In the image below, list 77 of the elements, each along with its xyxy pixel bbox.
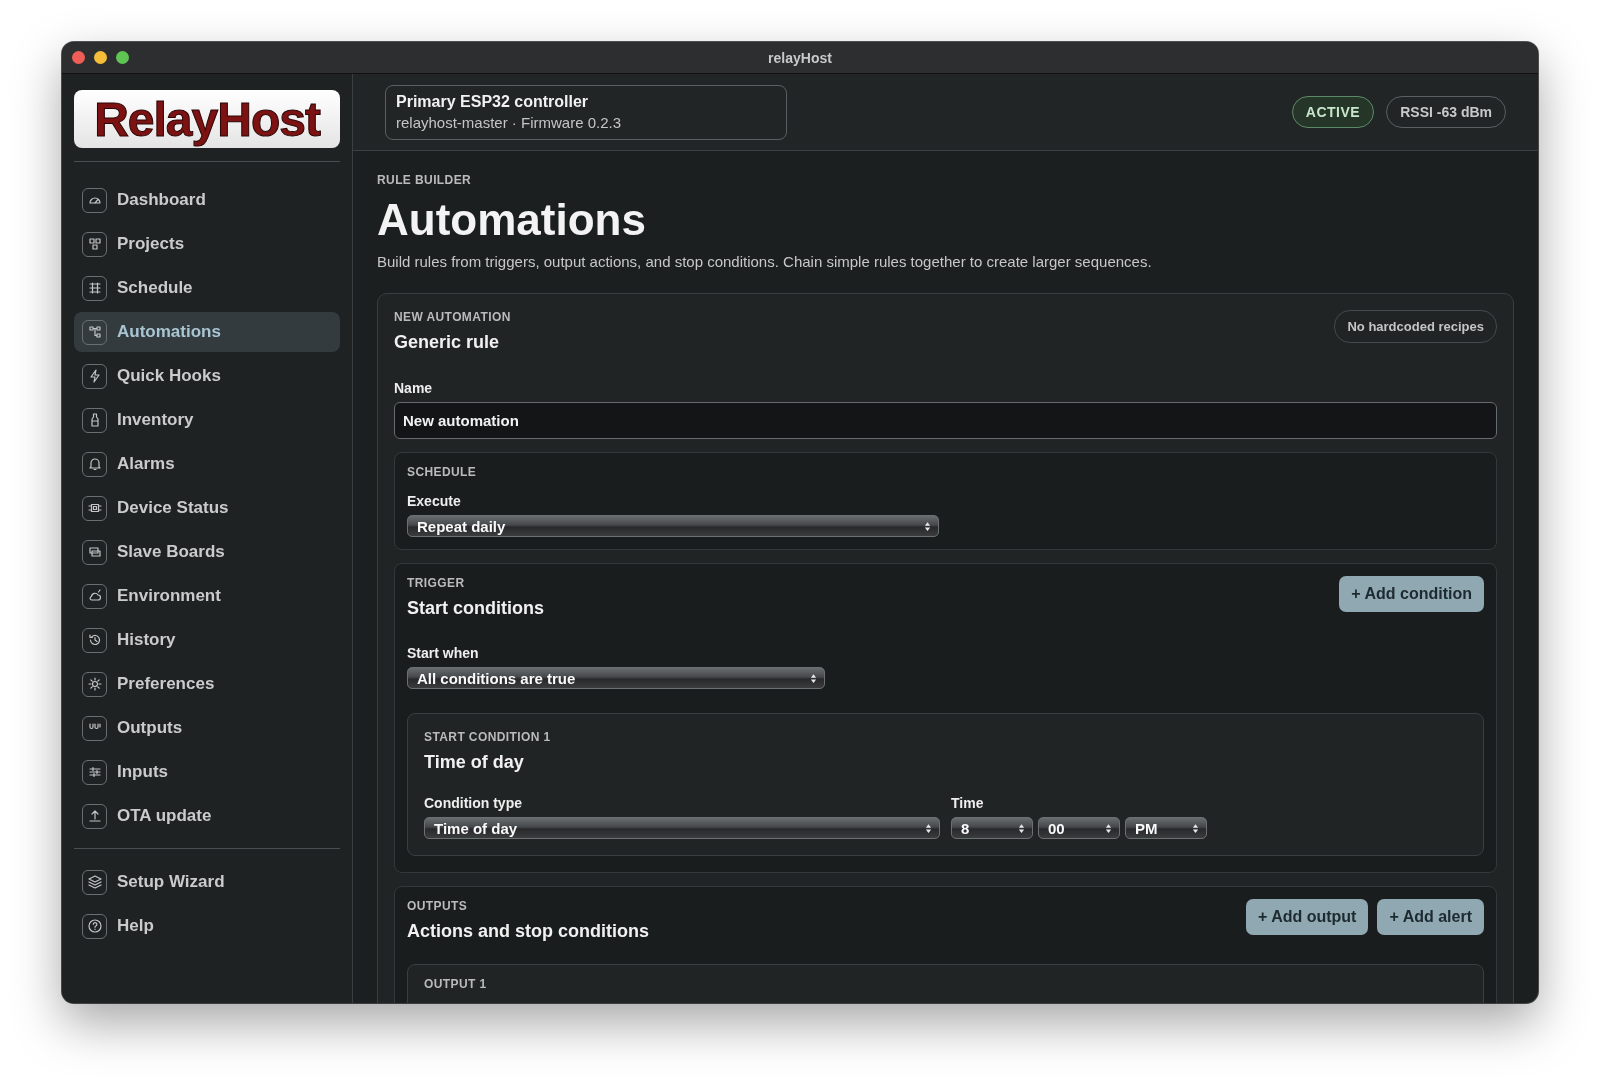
field-label: Time	[951, 795, 985, 811]
field-label: Name	[394, 380, 434, 396]
sliders-icon	[82, 759, 107, 785]
section-eyebrow: SCHEDULE	[407, 465, 478, 479]
updown-arrows-icon	[810, 672, 817, 684]
bolt-icon	[82, 363, 107, 389]
connector-icon	[82, 715, 107, 741]
layers-icon	[82, 869, 107, 895]
device-name: Primary ESP32 controller	[396, 92, 590, 111]
add-button[interactable]: + Add alert	[1377, 899, 1484, 935]
squares-icon	[82, 231, 107, 257]
help-icon	[82, 913, 107, 939]
minimize-button[interactable]	[94, 51, 107, 64]
field-label: Execute	[407, 493, 462, 509]
updown-arrows-icon	[1018, 822, 1025, 834]
grid-icon	[82, 275, 107, 301]
page-eyebrow: RULE BUILDER	[377, 173, 473, 187]
bottle-icon	[82, 407, 107, 433]
dropdown[interactable]: PM	[1125, 817, 1207, 839]
device-meta: relayhost-master · Firmware 0.2.3	[396, 113, 623, 131]
cloud-icon	[82, 583, 107, 609]
sidebar-item[interactable]: Outputs	[74, 708, 340, 748]
updown-arrows-icon	[924, 520, 931, 532]
settings-icon	[82, 671, 107, 697]
sidebar-item[interactable]: Dashboard	[74, 180, 340, 220]
condition-title: Time of day	[424, 752, 525, 773]
boards-icon	[82, 539, 107, 565]
card-title: Generic rule	[394, 332, 501, 353]
sidebar-item[interactable]: Preferences	[74, 664, 340, 704]
chip-icon	[82, 495, 107, 521]
dropdown[interactable]: Time of day	[424, 817, 940, 839]
sidebar-item[interactable]: Slave Boards	[74, 532, 340, 572]
logo: RelayHost	[74, 90, 340, 148]
dropdown[interactable]: 00	[1038, 817, 1120, 839]
updown-arrows-icon	[925, 822, 932, 834]
window-title: relayHost	[768, 49, 832, 66]
dropdown[interactable]: Repeat daily	[407, 515, 939, 537]
history-icon	[82, 627, 107, 653]
sidebar-item[interactable]: Setup Wizard	[74, 862, 340, 902]
updown-arrows-icon	[1105, 822, 1112, 834]
sidebar-item[interactable]: Quick Hooks	[74, 356, 340, 396]
sidebar-item[interactable]: History	[74, 620, 340, 660]
flow-icon	[82, 319, 107, 345]
name-input[interactable]: New automation	[394, 402, 1497, 439]
field-label: Start when	[407, 645, 480, 661]
dropdown[interactable]: 8	[951, 817, 1033, 839]
sidebar-item[interactable]: Projects	[74, 224, 340, 264]
page-description: Build rules from triggers, output actions, and stop conditions. Chain simple rules together to create larger sequences.	[377, 253, 1153, 270]
section-eyebrow: OUTPUTS	[407, 899, 469, 913]
add-condition-button[interactable]: + Add condition	[1339, 576, 1484, 612]
sidebar-item[interactable]: Inventory	[74, 400, 340, 440]
gauge-icon	[82, 187, 107, 213]
updown-arrows-icon	[1192, 822, 1199, 834]
sidebar-item[interactable]: Inputs	[74, 752, 340, 792]
condition-eyebrow: START CONDITION 1	[424, 730, 552, 744]
card-eyebrow: NEW AUTOMATION	[394, 310, 511, 324]
sidebar-item[interactable]: Environment	[74, 576, 340, 616]
sidebar-item[interactable]: Automations	[74, 312, 340, 352]
section-title: Actions and stop conditions	[407, 921, 649, 942]
section-title: Start conditions	[407, 598, 544, 619]
zoom-button[interactable]	[116, 51, 129, 64]
bell-icon	[82, 451, 107, 477]
sidebar-item[interactable]: Schedule	[74, 268, 340, 308]
dropdown[interactable]: All conditions are true	[407, 667, 825, 689]
sidebar-item[interactable]: OTA update	[74, 796, 340, 836]
add-button[interactable]: + Add output	[1245, 899, 1369, 935]
page-title: Automations	[377, 194, 647, 246]
section-eyebrow: TRIGGER	[407, 576, 466, 590]
status-badge: ACTIVE	[1291, 96, 1375, 128]
sidebar-item[interactable]: Device Status	[74, 488, 340, 528]
upload-icon	[82, 803, 107, 829]
field-label: Condition type	[424, 795, 523, 811]
output-eyebrow: OUTPUT 1	[424, 977, 488, 991]
tag-pill: No hardcoded recipes	[1334, 310, 1497, 343]
close-button[interactable]	[72, 51, 85, 64]
sidebar-item[interactable]: Help	[74, 906, 340, 946]
sidebar-item[interactable]: Alarms	[74, 444, 340, 484]
